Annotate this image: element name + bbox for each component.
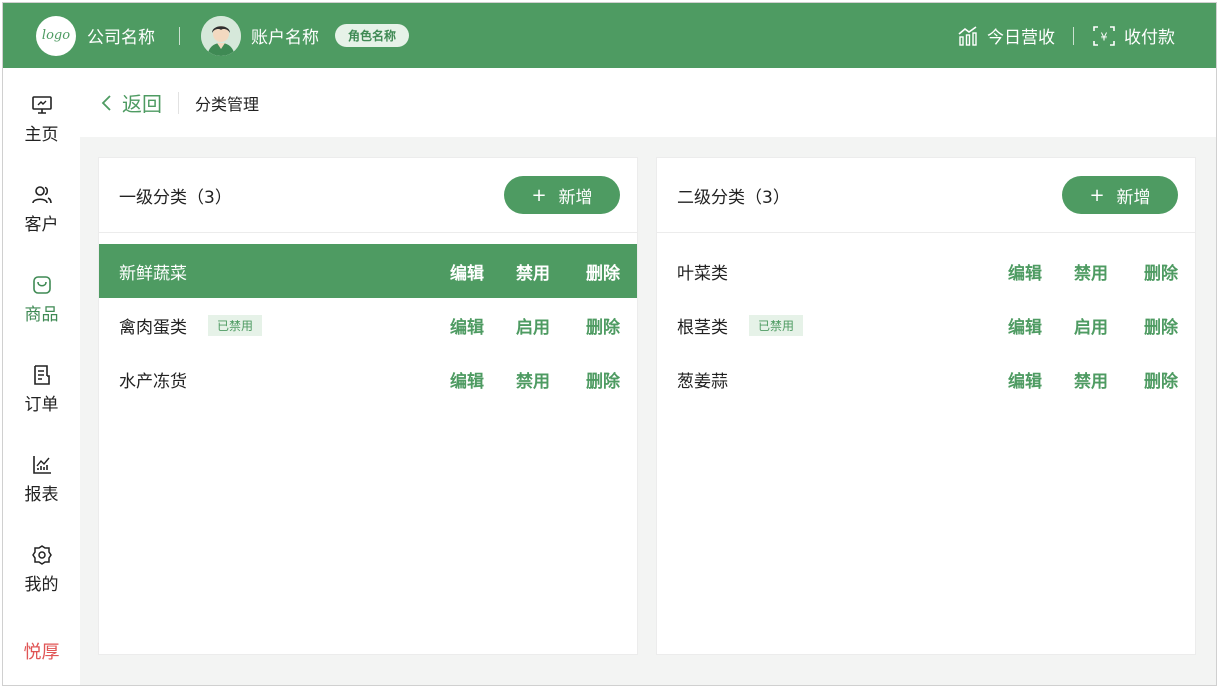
revenue-chart-icon [958,25,977,46]
delete-button[interactable]: 删除 [586,259,620,284]
sidebar-item-label: 我的 [24,575,59,595]
disable-button[interactable]: 禁用 [1074,367,1108,392]
app-window: logo 公司名称 账户名称 角色名称 今日营收 ¥ 收付款 主页 客户 商品 … [2,2,1217,686]
delete-button[interactable]: 删除 [1144,259,1178,284]
delete-button[interactable]: 删除 [1144,313,1178,338]
status-badge: 已禁用 [749,314,804,336]
panel-header: 二级分类（3） + 新增 [657,158,1195,233]
panel-title: 一级分类（3） [119,187,232,208]
sidebar-item-customers[interactable]: 客户 [3,184,80,235]
today-revenue-link[interactable]: 今日营收 [957,23,1055,48]
top-bar: logo 公司名称 账户名称 角色名称 今日营收 ¥ 收付款 [3,3,1216,68]
divider [179,26,180,45]
company-name: 公司名称 [87,28,155,48]
sidebar-item-label: 报表 [24,485,59,505]
plus-icon: + [531,184,547,206]
secondary-category-panel: 二级分类（3） + 新增 叶菜类 编辑 禁用 删除 根茎类 已禁用 编辑 启用 … [656,157,1196,655]
list-item[interactable]: 根茎类 已禁用 编辑 启用 删除 [657,298,1195,352]
role-badge: 角色名称 [335,24,410,47]
avatar[interactable] [201,15,241,56]
svg-text:¥: ¥ [1101,30,1108,43]
edit-button[interactable]: 编辑 [450,313,484,338]
category-list: 叶菜类 编辑 禁用 删除 根茎类 已禁用 编辑 启用 删除 葱姜蒜 编辑 禁用 … [657,233,1195,406]
sub-header: 返回 分类管理 [80,68,1216,137]
category-name: 葱姜蒜 [677,371,728,392]
list-item[interactable]: 禽肉蛋类 已禁用 编辑 启用 删除 [99,298,637,352]
panel-title: 二级分类（3） [677,187,790,208]
plus-icon: + [1089,184,1105,206]
disable-button[interactable]: 禁用 [516,259,550,284]
list-item[interactable]: 水产冻货 编辑 禁用 删除 [99,352,637,406]
category-list: 新鲜蔬菜 编辑 禁用 删除 禽肉蛋类 已禁用 编辑 启用 删除 水产冻货 编辑 … [99,233,637,406]
category-name: 根茎类 [677,317,728,338]
sidebar-item-label: 订单 [24,395,59,415]
delete-button[interactable]: 删除 [586,367,620,392]
divider [1073,26,1074,45]
back-label: 返回 [122,92,162,116]
sidebar-item-label: 商品 [24,305,59,325]
edit-button[interactable]: 编辑 [1008,259,1042,284]
list-item[interactable]: 葱姜蒜 编辑 禁用 删除 [657,352,1195,406]
edit-button[interactable]: 编辑 [1008,367,1042,392]
list-item[interactable]: 新鲜蔬菜 编辑 禁用 删除 [99,244,637,298]
add-button-label: 新增 [558,187,593,208]
sidebar-item-label: 客户 [24,215,59,235]
enable-button[interactable]: 启用 [1074,313,1108,338]
category-name: 新鲜蔬菜 [119,263,187,284]
scan-payment-icon: ¥ [1093,25,1115,46]
sidebar-item-orders[interactable]: 订单 [3,364,80,415]
divider [178,91,179,114]
back-button[interactable]: 返回 [100,88,162,117]
users-icon [31,186,52,204]
edit-button[interactable]: 编辑 [1008,313,1042,338]
category-name: 叶菜类 [677,263,728,284]
sidebar: 主页 客户 商品 订单 报表 我的 悦厚 [3,68,80,685]
category-name: 水产冻货 [119,371,187,392]
panel-header: 一级分类（3） + 新增 [99,158,637,233]
delete-button[interactable]: 删除 [586,313,620,338]
payment-link[interactable]: ¥ 收付款 [1092,23,1175,48]
add-secondary-category-button[interactable]: + 新增 [1062,176,1178,214]
category-name: 禽肉蛋类 [119,317,187,338]
status-badge: 已禁用 [208,314,263,336]
chevron-left-icon [101,94,111,111]
sidebar-item-label: 主页 [24,125,59,145]
disable-button[interactable]: 禁用 [1074,259,1108,284]
company-logo: logo [36,15,76,56]
sidebar-item-profile[interactable]: 我的 [3,544,80,595]
sidebar-item-home[interactable]: 主页 [3,94,80,145]
sidebar-item-reports[interactable]: 报表 [3,454,80,505]
delete-button[interactable]: 删除 [1144,367,1178,392]
page-title: 分类管理 [195,94,260,114]
document-icon [33,365,50,385]
monitor-icon [31,96,52,114]
settings-icon [31,545,52,565]
enable-button[interactable]: 启用 [516,313,550,338]
edit-button[interactable]: 编辑 [450,259,484,284]
edit-button[interactable]: 编辑 [450,367,484,392]
list-item[interactable]: 叶菜类 编辑 禁用 删除 [657,244,1195,298]
shopping-bag-icon [32,276,51,294]
user-avatar-icon [201,15,241,56]
disable-button[interactable]: 禁用 [516,367,550,392]
today-revenue-label: 今日营收 [987,28,1055,48]
account-name: 账户名称 [251,28,319,48]
brand-name: 悦厚 [23,642,60,663]
add-primary-category-button[interactable]: + 新增 [504,176,620,214]
add-button-label: 新增 [1116,187,1151,208]
payment-label: 收付款 [1124,28,1175,48]
sidebar-item-products[interactable]: 商品 [3,274,80,325]
primary-category-panel: 一级分类（3） + 新增 新鲜蔬菜 编辑 禁用 删除 禽肉蛋类 已禁用 编辑 启… [98,157,638,655]
chart-icon [32,456,51,474]
